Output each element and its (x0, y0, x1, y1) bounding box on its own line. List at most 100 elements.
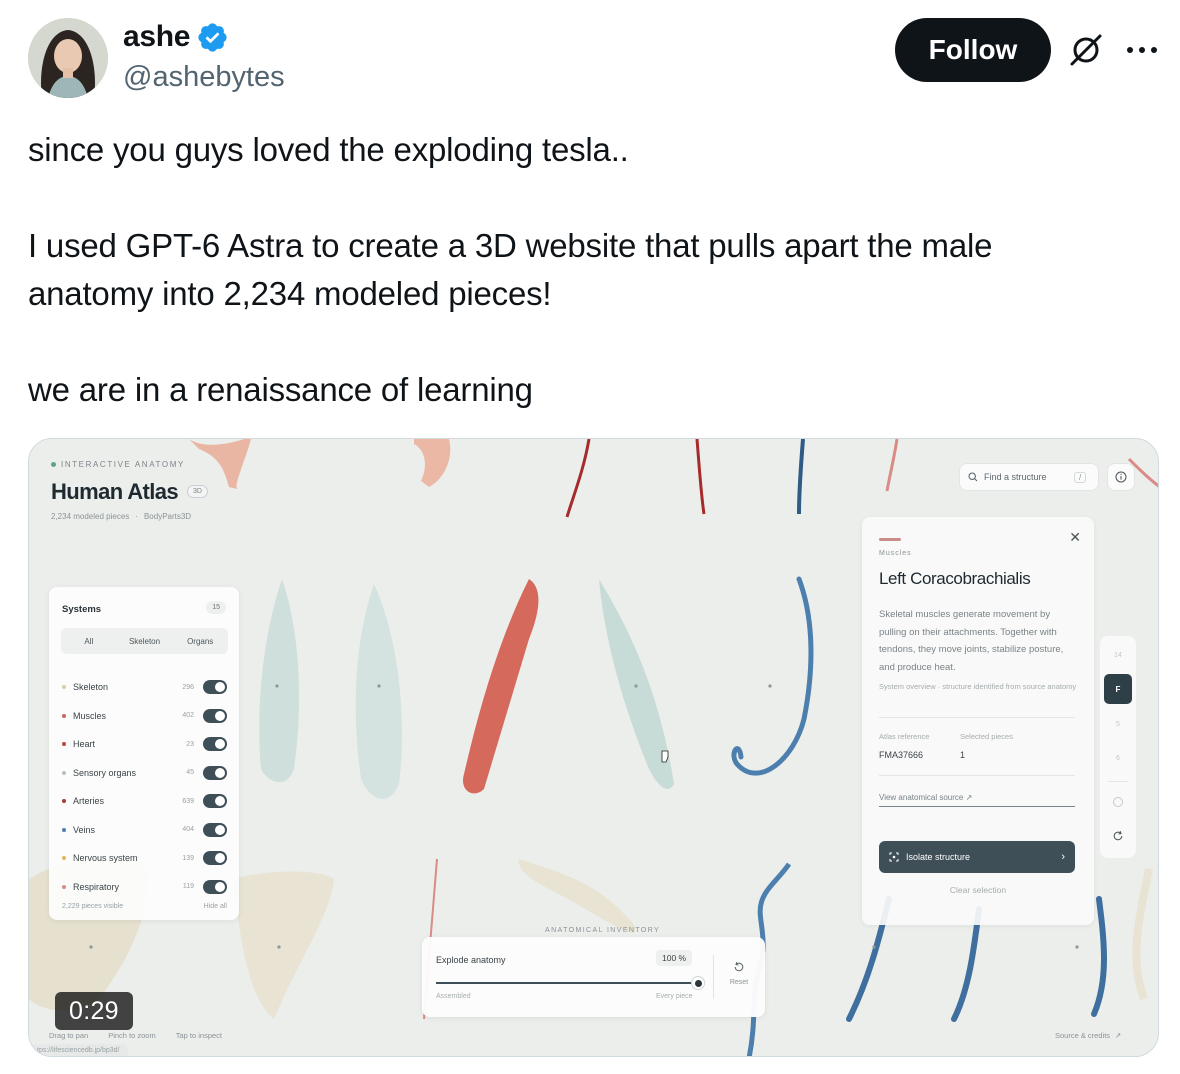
brand-tag: INTERACTIVE ANATOMY (51, 460, 185, 469)
systems-footer: 2,229 pieces visible Hide all (62, 903, 227, 910)
atlas-reference: Atlas reference FMA37666 (879, 732, 929, 760)
system-row[interactable]: Veins 404 (62, 816, 227, 845)
tweet-line: since you guys loved the exploding tesla… (28, 131, 629, 168)
handle[interactable]: @ashebytes (123, 61, 285, 94)
system-row[interactable]: Nervous system 139 (62, 844, 227, 873)
rail-item[interactable]: 6 (1100, 755, 1136, 762)
system-count: 23 (186, 740, 194, 748)
site-meta-pieces: 2,234 modeled pieces (51, 512, 130, 521)
explode-percent: 100 % (656, 950, 693, 966)
system-toggle[interactable] (203, 851, 227, 866)
system-toggle[interactable] (203, 737, 227, 752)
video-player[interactable]: INTERACTIVE ANATOMY Human Atlas 3D 2,234… (28, 438, 1159, 1057)
system-color-dot (62, 856, 66, 861)
system-color-dot (62, 742, 66, 747)
hide-all-button[interactable]: Hide all (204, 903, 227, 910)
system-row[interactable]: Arteries 639 (62, 787, 227, 816)
detail-title: Left Coracobrachialis (879, 569, 1031, 588)
system-toggle[interactable] (203, 879, 227, 894)
system-label: Sensory organs (73, 767, 137, 778)
system-label: Nervous system (73, 853, 138, 864)
filter-tab-all[interactable]: All (61, 628, 117, 654)
site-title: Human Atlas (51, 479, 179, 504)
explode-panel: Explode anatomy 100 % Assembled Every pi… (422, 937, 765, 1017)
divider (879, 775, 1075, 776)
system-row[interactable]: Respiratory 119 (62, 873, 227, 902)
view-source-link[interactable]: View anatomical source ↗ (879, 793, 972, 802)
structure-detail-panel: ✕ Muscles Left Coracobrachialis Skeletal… (862, 517, 1094, 925)
systems-filter: All Skeleton Organs (61, 628, 228, 654)
system-color-dot (62, 713, 66, 718)
system-count: 402 (182, 712, 194, 720)
search-input[interactable] (984, 472, 1068, 482)
explode-min-label: Assembled (436, 993, 471, 1000)
divider (713, 955, 714, 999)
view-rail: 14 F 5 6 (1100, 636, 1136, 858)
filter-tab-skeleton[interactable]: Skeleton (117, 628, 173, 654)
explode-slider-handle[interactable] (691, 976, 705, 990)
site-meta-source: BodyParts3D (143, 512, 192, 521)
filter-tab-organs[interactable]: Organs (172, 628, 228, 654)
system-color-dot (62, 884, 66, 889)
site-meta-separator: · (135, 512, 138, 521)
explode-slider-fill (436, 982, 698, 984)
info-icon (1115, 471, 1127, 483)
brand-tag-label: INTERACTIVE ANATOMY (61, 460, 185, 469)
status-url: tps://lifesciencedb.jp/bp3d/ (29, 1044, 128, 1056)
systems-title: Systems (62, 604, 102, 615)
rotate-icon[interactable] (1112, 830, 1124, 842)
reset-button[interactable]: Reset (722, 961, 756, 986)
system-row[interactable]: Muscles 402 (62, 702, 227, 731)
system-label: Arteries (73, 796, 105, 807)
rail-divider (1108, 781, 1128, 782)
isolate-structure-label: Isolate structure (906, 852, 971, 862)
rail-item-active[interactable]: F (1104, 674, 1132, 704)
source-credits-link[interactable]: Source & credits ↗ (1055, 1031, 1121, 1040)
search-shortcut: / (1074, 471, 1087, 483)
detail-subtext: System overview · structure identified f… (879, 682, 1077, 691)
system-color-dot (62, 685, 66, 690)
system-count: 45 (186, 769, 194, 777)
atlas-reference-value: FMA37666 (879, 750, 924, 760)
avatar[interactable] (28, 18, 108, 98)
system-toggle[interactable] (203, 680, 227, 695)
system-label: Skeleton (73, 682, 109, 693)
circle-icon[interactable] (1112, 796, 1124, 808)
rail-item[interactable]: 14 (1100, 652, 1136, 659)
system-count: 139 (182, 854, 194, 862)
display-name[interactable]: ashe (123, 20, 190, 54)
hint: Pinch to zoom (108, 1031, 156, 1040)
brand-dot (51, 462, 56, 467)
reset-label: Reset (729, 979, 749, 986)
structure-search[interactable]: / (959, 463, 1099, 491)
close-icon[interactable]: ✕ (1069, 529, 1081, 546)
external-link-icon: ↗ (1115, 1031, 1122, 1040)
chevron-right-icon: › (1061, 851, 1065, 863)
system-count: 296 (182, 683, 194, 691)
rail-item[interactable]: 5 (1100, 721, 1136, 728)
follow-button[interactable]: Follow (895, 18, 1051, 82)
system-toggle[interactable] (203, 822, 227, 837)
system-label: Respiratory (73, 881, 120, 892)
info-button[interactable] (1107, 463, 1135, 491)
more-options-icon[interactable] (1122, 38, 1162, 62)
tweet-line: I used GPT-6 Astra to create a 3D websit… (28, 227, 993, 264)
search-icon (968, 472, 978, 482)
selected-pieces-label: Selected pieces (960, 732, 1013, 741)
systems-count: 15 (206, 601, 226, 614)
system-count: 119 (182, 883, 194, 891)
system-row[interactable]: Heart 23 (62, 730, 227, 759)
system-row[interactable]: Sensory organs 45 (62, 759, 227, 788)
explode-slider-track[interactable] (436, 982, 698, 984)
selected-pieces: Selected pieces 1 (960, 732, 1013, 760)
clear-selection-button[interactable]: Clear selection (862, 885, 1094, 895)
link-underline (879, 806, 1075, 807)
isolate-structure-button[interactable]: Isolate structure › (879, 841, 1075, 873)
focus-icon (889, 852, 899, 862)
system-toggle[interactable] (203, 794, 227, 809)
system-row[interactable]: Skeleton 296 (62, 673, 227, 702)
grok-icon[interactable] (1066, 30, 1106, 70)
system-toggle[interactable] (203, 765, 227, 780)
systems-list: Skeleton 296 Muscles 402 Heart 23 Sensory orga… (62, 673, 227, 901)
system-toggle[interactable] (203, 708, 227, 723)
